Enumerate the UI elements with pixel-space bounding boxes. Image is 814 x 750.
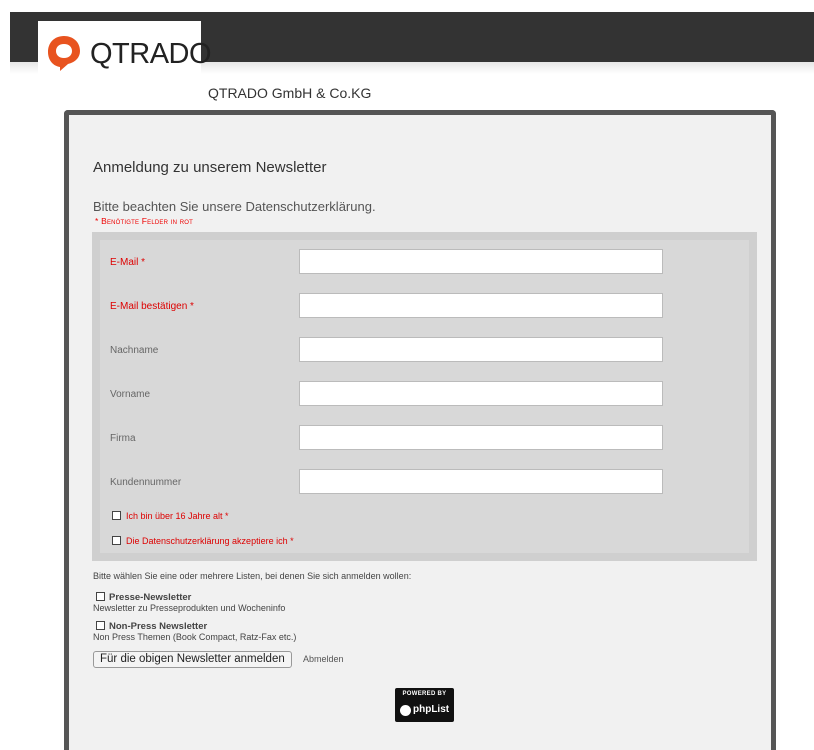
list-desc-nonpress: Non Press Themen (Book Compact, Ratz-Fax… (93, 632, 297, 642)
qtrado-logo-icon (48, 36, 80, 71)
list-checkbox-presse[interactable] (96, 592, 105, 601)
phplist-icon (400, 705, 411, 716)
logo[interactable]: QTRADO (38, 21, 212, 77)
customer-number-field[interactable] (299, 469, 663, 494)
lastname-field[interactable] (299, 337, 663, 362)
company-label: Firma (110, 433, 136, 444)
list-checkbox-nonpress[interactable] (96, 621, 105, 630)
privacy-accept-label: Die Datenschutzerklärung akzeptiere ich … (126, 536, 294, 546)
privacy-accept-checkbox[interactable] (112, 536, 121, 545)
phplist-text: phpList (413, 704, 450, 715)
firstname-label: Vorname (110, 389, 151, 400)
powered-by-phplist-badge[interactable]: POWERED BY phpList (395, 688, 454, 722)
page-title: Anmeldung zu unserem Newsletter (93, 159, 327, 176)
logo-text: QTRADO (90, 38, 212, 70)
unsubscribe-link[interactable]: Abmelden (303, 654, 344, 664)
company-name: QTRADO GmbH & Co.KG (208, 85, 372, 101)
list-name-nonpress: Non-Press Newsletter (109, 621, 208, 632)
company-field[interactable] (299, 425, 663, 450)
firstname-field[interactable] (299, 381, 663, 406)
privacy-link[interactable]: Bitte beachten Sie unsere Datenschutzerk… (93, 199, 376, 214)
age-checkbox-label: Ich bin über 16 Jahre alt * (126, 511, 229, 521)
lastname-label: Nachname (110, 345, 159, 356)
list-desc-presse: Newsletter zu Presseprodukten und Wochen… (93, 603, 286, 613)
powered-by-text: POWERED BY (402, 691, 447, 697)
list-name-presse: Presse-Newsletter (109, 592, 192, 603)
email-confirm-field[interactable] (299, 293, 663, 318)
newsletter-card: Anmeldung zu unserem Newsletter Bitte be… (64, 110, 776, 750)
required-note: * Benötigte Felder in rot (95, 216, 193, 226)
subscribe-button[interactable]: Für die obigen Newsletter anmelden (93, 651, 292, 668)
lists-intro: Bitte wählen Sie eine oder mehrere Liste… (93, 571, 412, 581)
email-field[interactable] (299, 249, 663, 274)
email-confirm-label: E-Mail bestätigen * (110, 301, 194, 312)
email-label: E-Mail * (110, 257, 146, 268)
customer-number-label: Kundennummer (110, 477, 182, 488)
subscribe-form: E-Mail * E-Mail bestätigen * Nachname Vo… (92, 232, 757, 561)
age-checkbox[interactable] (112, 511, 121, 520)
